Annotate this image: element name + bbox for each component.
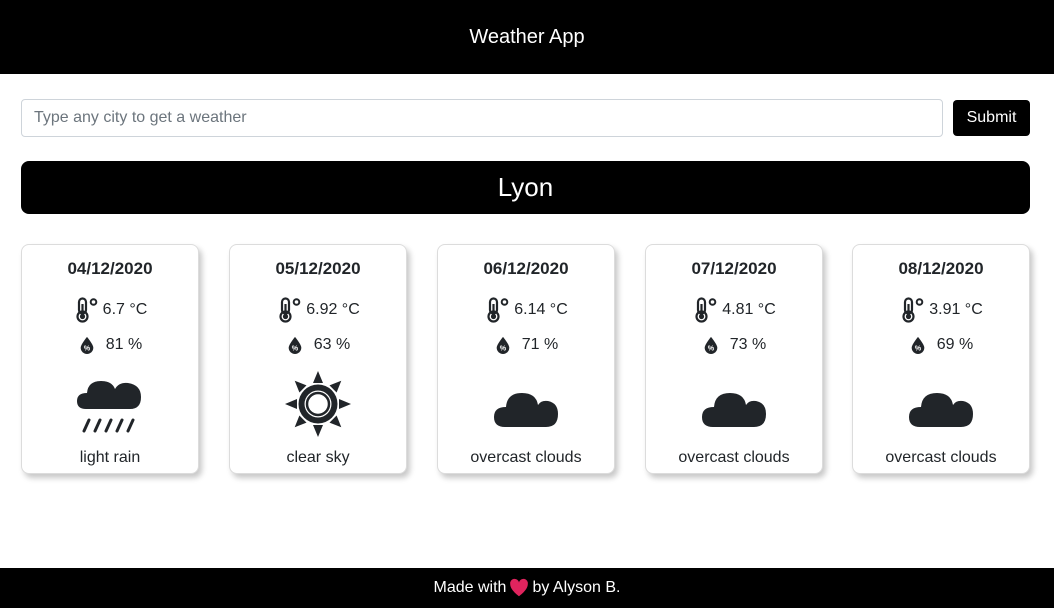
forecast-card: 08/12/2020 3.91 °C 69 % overcast clouds (852, 244, 1030, 474)
temperature-value: 6.7 °C (102, 301, 148, 318)
forecast-date: 04/12/2020 (67, 259, 153, 278)
humidity-value: 81 % (105, 336, 143, 353)
weather-description: light rain (79, 449, 141, 466)
temperature-value: 3.91 °C (929, 301, 983, 318)
thermometer-icon (73, 297, 99, 323)
humidity-row: 63 % (230, 336, 406, 354)
humidity-value: 71 % (521, 336, 559, 353)
thermometer-icon (692, 297, 718, 323)
humidity-value: 63 % (313, 336, 351, 353)
forecast-date: 06/12/2020 (483, 259, 569, 278)
humidity-row: 71 % (438, 336, 614, 354)
app-header: Weather App (0, 0, 1054, 74)
humidity-drop-icon (494, 336, 512, 354)
weather-description: clear sky (286, 449, 350, 466)
forecast-card: 04/12/2020 6.7 °C 81 % light rain (21, 244, 199, 474)
humidity-drop-icon (702, 336, 720, 354)
temperature-value: 6.14 °C (514, 301, 568, 318)
temperature-row: 3.91 °C (853, 297, 1029, 323)
cloud-icon (491, 369, 561, 439)
footer-prefix: Made with (433, 579, 507, 596)
forecast-date: 05/12/2020 (275, 259, 361, 278)
humidity-row: 81 % (22, 336, 198, 354)
temperature-row: 4.81 °C (646, 297, 822, 323)
temperature-row: 6.14 °C (438, 297, 614, 323)
cloud-icon (906, 369, 976, 439)
thermometer-icon (899, 297, 925, 323)
humidity-value: 69 % (936, 336, 974, 353)
forecast-card: 05/12/2020 6.92 °C 63 % clear sky (229, 244, 407, 474)
temperature-row: 6.7 °C (22, 297, 198, 323)
city-search-input[interactable] (21, 99, 943, 137)
forecast-card: 06/12/2020 6.14 °C 71 % overcast clouds (437, 244, 615, 474)
weather-description: overcast clouds (470, 449, 582, 466)
rain-icon (75, 369, 145, 439)
sun-icon (285, 371, 351, 437)
humidity-row: 73 % (646, 336, 822, 354)
temperature-value: 4.81 °C (722, 301, 776, 318)
forecast-card: 07/12/2020 4.81 °C 73 % overcast clouds (645, 244, 823, 474)
city-name: Lyon (497, 172, 554, 202)
forecast-list: 04/12/2020 6.7 °C 81 % light rain 05/12/… (21, 244, 1030, 476)
humidity-row: 69 % (853, 336, 1029, 354)
temperature-row: 6.92 °C (230, 297, 406, 323)
thermometer-icon (484, 297, 510, 323)
forecast-date: 07/12/2020 (691, 259, 777, 278)
humidity-drop-icon (78, 336, 96, 354)
humidity-drop-icon (909, 336, 927, 354)
footer-suffix: by Alyson B. (532, 579, 621, 596)
search-form: Submit (21, 99, 1030, 137)
humidity-drop-icon (286, 336, 304, 354)
thermometer-icon (276, 297, 302, 323)
heart-icon (508, 577, 530, 599)
submit-button[interactable]: Submit (953, 100, 1030, 136)
city-banner: Lyon (21, 161, 1030, 214)
app-footer: Made with by Alyson B. (0, 568, 1054, 608)
cloud-icon (699, 369, 769, 439)
humidity-value: 73 % (729, 336, 767, 353)
weather-description: overcast clouds (678, 449, 790, 466)
forecast-date: 08/12/2020 (898, 259, 984, 278)
weather-description: overcast clouds (885, 449, 997, 466)
temperature-value: 6.92 °C (306, 301, 360, 318)
app-title: Weather App (469, 25, 585, 48)
